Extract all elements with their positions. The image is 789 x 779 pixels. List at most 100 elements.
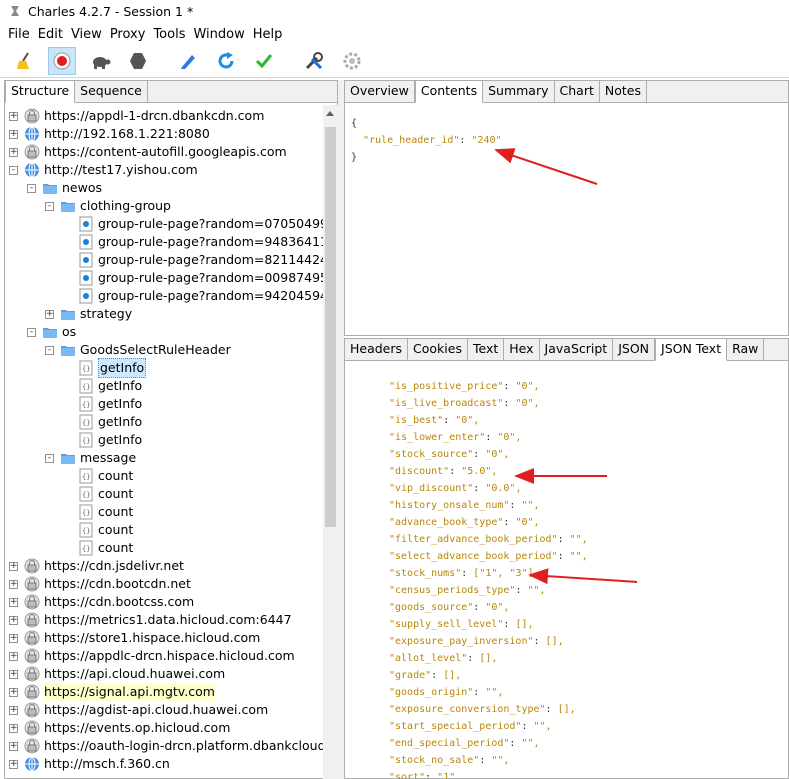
scroll-thumb[interactable] bbox=[325, 127, 336, 527]
tree-row[interactable]: {} getInfo bbox=[63, 395, 142, 413]
tab-notes[interactable]: Notes bbox=[600, 81, 647, 103]
expand-icon[interactable]: + bbox=[9, 633, 18, 643]
expand-icon[interactable]: + bbox=[9, 561, 18, 571]
menu-file[interactable]: File bbox=[4, 27, 34, 42]
json-line: "history_onsale_num": "", bbox=[389, 500, 540, 511]
tree-row[interactable]: group-rule-page?random=070504990 bbox=[63, 215, 323, 233]
menu-edit[interactable]: Edit bbox=[34, 27, 67, 42]
tree-row[interactable]: {} getInfo bbox=[63, 431, 142, 449]
lock-globe-icon bbox=[24, 702, 40, 718]
validate-button[interactable] bbox=[250, 47, 278, 75]
compose-button[interactable] bbox=[174, 47, 202, 75]
tree-row[interactable]: + https://metrics1.data.hicloud.com:6447 bbox=[9, 611, 292, 629]
tree-row[interactable]: - os bbox=[27, 323, 76, 341]
throttle-button[interactable] bbox=[86, 47, 114, 75]
tree-row[interactable]: + https://events.op.hicloud.com bbox=[9, 719, 230, 737]
collapse-icon[interactable]: - bbox=[45, 345, 54, 355]
tab-text[interactable]: Text bbox=[468, 339, 505, 361]
tree-row[interactable]: - newos bbox=[27, 179, 102, 197]
expand-icon[interactable]: + bbox=[9, 597, 18, 607]
tree-row[interactable]: group-rule-page?random=821144246 bbox=[63, 251, 323, 269]
menu-window[interactable]: Window bbox=[189, 27, 248, 42]
tab-summary[interactable]: Summary bbox=[483, 81, 555, 103]
tree-row[interactable]: + https://oauth-login-drcn.platform.dbank… bbox=[9, 737, 323, 755]
tree-scrollbar[interactable] bbox=[323, 105, 338, 779]
expand-icon[interactable]: + bbox=[9, 615, 18, 625]
tree-row[interactable]: - http://test17.yishou.com bbox=[9, 161, 198, 179]
menu-help[interactable]: Help bbox=[249, 27, 287, 42]
settings-button[interactable] bbox=[338, 47, 366, 75]
expand-icon[interactable]: + bbox=[9, 759, 18, 769]
expand-icon[interactable]: + bbox=[9, 129, 18, 139]
tab-chart[interactable]: Chart bbox=[555, 81, 600, 103]
json-value: [], bbox=[557, 704, 576, 715]
tree-row[interactable]: {} count bbox=[63, 521, 133, 539]
menu-tools[interactable]: Tools bbox=[149, 27, 189, 42]
tree-row[interactable]: + https://agdist-api.cloud.huawei.com bbox=[9, 701, 268, 719]
tree-row[interactable]: + strategy bbox=[45, 305, 132, 323]
expand-icon[interactable]: + bbox=[9, 111, 18, 121]
tab-sequence[interactable]: Sequence bbox=[75, 81, 148, 103]
tree-row[interactable]: {} getInfo bbox=[63, 377, 142, 395]
tab-javascript[interactable]: JavaScript bbox=[540, 339, 614, 361]
expand-icon[interactable]: + bbox=[9, 705, 18, 715]
tab-json[interactable]: JSON bbox=[613, 339, 656, 361]
tree-row[interactable]: {} getInfo bbox=[63, 358, 147, 378]
tab-structure[interactable]: Structure bbox=[5, 80, 76, 103]
menu-proxy[interactable]: Proxy bbox=[106, 27, 150, 42]
json-key: "is_lower_enter" bbox=[389, 432, 486, 443]
tree-row[interactable]: - GoodsSelectRuleHeader bbox=[45, 341, 231, 359]
tree-row[interactable]: {} count bbox=[63, 467, 133, 485]
tab-headers[interactable]: Headers bbox=[345, 339, 409, 361]
collapse-icon[interactable]: - bbox=[27, 327, 36, 337]
tree-row[interactable]: + https://appdl-1-drcn.dbankcdn.com bbox=[9, 107, 264, 125]
tree-row[interactable]: + https://store1.hispace.hicloud.com bbox=[9, 629, 260, 647]
tree-row[interactable]: - clothing-group bbox=[45, 197, 171, 215]
expand-icon[interactable]: + bbox=[45, 309, 54, 319]
menu-view[interactable]: View bbox=[67, 27, 106, 42]
clear-session-button[interactable] bbox=[10, 47, 38, 75]
expand-icon[interactable]: + bbox=[9, 723, 18, 733]
collapse-icon[interactable]: - bbox=[27, 183, 36, 193]
tree-row[interactable]: + https://signal.api.mgtv.com bbox=[9, 683, 215, 701]
tree-row[interactable]: - message bbox=[45, 449, 136, 467]
json-value: "0", bbox=[515, 517, 540, 528]
lock-globe-icon bbox=[24, 594, 40, 610]
tab-hex[interactable]: Hex bbox=[504, 339, 540, 361]
json-key: "rule_header_id" bbox=[363, 135, 460, 146]
tree-row[interactable]: + https://cdn.jsdelivr.net bbox=[9, 557, 184, 575]
breakpoints-button[interactable] bbox=[124, 47, 152, 75]
expand-icon[interactable]: + bbox=[9, 651, 18, 661]
tree-row[interactable]: {} count bbox=[63, 503, 133, 521]
tree-row[interactable]: group-rule-page?random=948364119 bbox=[63, 233, 323, 251]
repeat-button[interactable] bbox=[212, 47, 240, 75]
expand-icon[interactable]: + bbox=[9, 579, 18, 589]
tab-cookies[interactable]: Cookies bbox=[408, 339, 468, 361]
tab-overview[interactable]: Overview bbox=[345, 81, 415, 103]
tree-row[interactable]: group-rule-page?random=009874955 bbox=[63, 269, 323, 287]
tree-row[interactable]: {} count bbox=[63, 485, 133, 503]
tree-row[interactable]: + https://api.cloud.huawei.com bbox=[9, 665, 225, 683]
tab-json-text[interactable]: JSON Text bbox=[655, 338, 728, 361]
tree-row[interactable]: + http://192.168.1.221:8080 bbox=[9, 125, 210, 143]
collapse-icon[interactable]: - bbox=[45, 453, 54, 463]
expand-icon[interactable]: + bbox=[9, 669, 18, 679]
expand-icon[interactable]: + bbox=[9, 147, 18, 157]
tree-row[interactable]: {} getInfo bbox=[63, 413, 142, 431]
tree-row[interactable]: + https://content-autofill.googleapis.com bbox=[9, 143, 287, 161]
record-button[interactable] bbox=[48, 46, 76, 75]
tree-row[interactable]: + http://msch.f.360.cn bbox=[9, 755, 170, 773]
tree-row[interactable]: + https://cdn.bootcdn.net bbox=[9, 575, 191, 593]
tree-row[interactable]: + https://cdn.bootcss.com bbox=[9, 593, 194, 611]
tab-raw[interactable]: Raw bbox=[727, 339, 765, 361]
expand-icon[interactable]: + bbox=[9, 687, 18, 697]
tab-contents[interactable]: Contents bbox=[414, 80, 484, 103]
tree-row[interactable]: + https://appdlc-drcn.hispace.hicloud.com bbox=[9, 647, 295, 665]
tree-row[interactable]: {} count bbox=[63, 539, 133, 557]
expand-icon[interactable]: + bbox=[9, 741, 18, 751]
collapse-icon[interactable]: - bbox=[9, 165, 18, 175]
tools-button[interactable] bbox=[300, 47, 328, 75]
scroll-up-icon[interactable] bbox=[326, 111, 334, 116]
tree-row[interactable]: group-rule-page?random=942045942 bbox=[63, 287, 323, 305]
collapse-icon[interactable]: - bbox=[45, 201, 54, 211]
